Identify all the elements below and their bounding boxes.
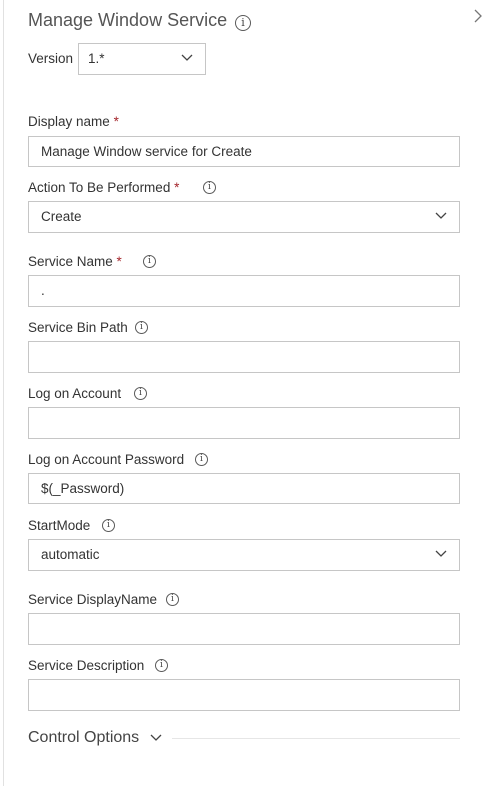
info-icon[interactable]: i bbox=[134, 387, 147, 400]
service-description-input[interactable] bbox=[28, 679, 460, 711]
info-icon[interactable]: i bbox=[155, 659, 168, 672]
chevron-down-icon bbox=[435, 212, 447, 219]
service-bin-path-input[interactable] bbox=[28, 341, 460, 373]
info-icon[interactable]: i bbox=[135, 321, 148, 334]
display-name-input[interactable]: Manage Window service for Create bbox=[28, 136, 460, 167]
action-label: Action To Be Performed * bbox=[28, 180, 180, 195]
service-display-name-input[interactable] bbox=[28, 613, 460, 645]
service-name-label: Service Name * bbox=[28, 254, 122, 269]
start-mode-label: StartMode bbox=[28, 518, 91, 533]
control-options-label: Control Options bbox=[28, 729, 140, 746]
service-name-value: . bbox=[41, 283, 45, 298]
service-bin-path-label: Service Bin Path bbox=[28, 320, 128, 335]
info-icon[interactable]: i bbox=[143, 255, 156, 268]
required-marker: * bbox=[116, 254, 122, 269]
version-select[interactable]: 1.* bbox=[78, 43, 206, 75]
chevron-down-icon bbox=[150, 734, 162, 741]
info-icon[interactable]: i bbox=[195, 453, 208, 466]
log-on-account-input[interactable] bbox=[28, 407, 460, 439]
section-divider bbox=[172, 738, 460, 739]
log-on-password-value: $(_Password) bbox=[41, 481, 125, 496]
version-label: Version bbox=[28, 51, 74, 66]
version-value: 1.* bbox=[88, 51, 105, 66]
action-value: Create bbox=[41, 209, 82, 224]
panel-title: Manage Window Service bbox=[28, 10, 228, 30]
info-icon[interactable]: i bbox=[203, 181, 216, 194]
log-on-password-label: Log on Account Password bbox=[28, 452, 185, 467]
required-marker: * bbox=[113, 114, 119, 129]
chevron-right-icon[interactable] bbox=[474, 9, 482, 26]
service-name-input[interactable]: . bbox=[28, 275, 460, 307]
chevron-down-icon bbox=[181, 54, 193, 61]
service-display-name-label: Service DisplayName bbox=[28, 592, 158, 607]
display-name-label: Display name * bbox=[28, 114, 119, 129]
panel-left-border bbox=[3, 0, 4, 786]
log-on-account-label: Log on Account bbox=[28, 386, 122, 401]
info-icon[interactable]: i bbox=[235, 15, 251, 31]
service-description-label: Service Description bbox=[28, 658, 145, 673]
display-name-value: Manage Window service for Create bbox=[41, 144, 252, 159]
start-mode-value: automatic bbox=[41, 547, 100, 562]
info-icon[interactable]: i bbox=[102, 519, 115, 532]
required-marker: * bbox=[174, 180, 180, 195]
chevron-down-icon bbox=[435, 550, 447, 557]
info-icon[interactable]: i bbox=[166, 593, 179, 606]
control-options-toggle[interactable]: Control Options bbox=[28, 729, 162, 747]
log-on-password-input[interactable]: $(_Password) bbox=[28, 473, 460, 504]
action-select[interactable]: Create bbox=[28, 201, 460, 233]
start-mode-select[interactable]: automatic bbox=[28, 539, 460, 571]
